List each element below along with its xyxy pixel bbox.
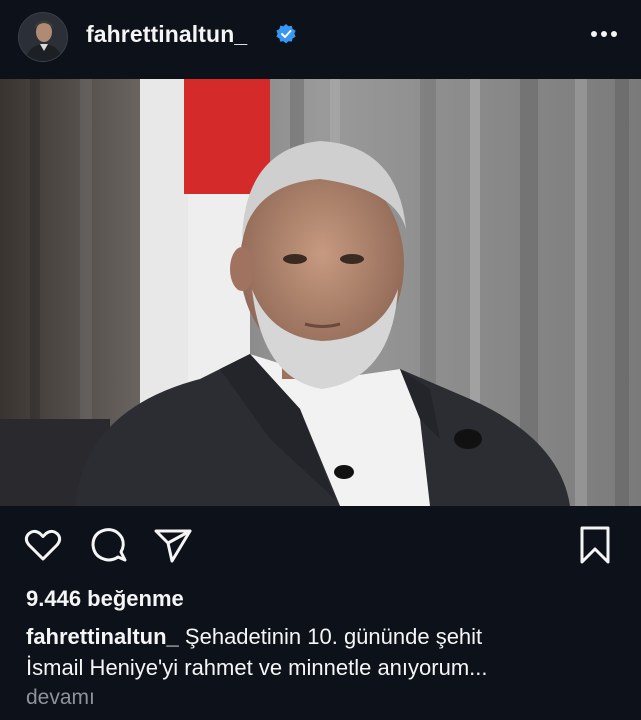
more-horizontal-icon[interactable] bbox=[588, 24, 620, 44]
caption-line-1: fahrettinaltun_ Şehadetinin 10. gününde … bbox=[26, 621, 626, 652]
caption-more-link[interactable]: devamı bbox=[26, 686, 95, 710]
bookmark-icon[interactable] bbox=[574, 524, 616, 566]
likes-count[interactable]: 9.446 beğenme bbox=[26, 586, 184, 612]
comment-icon[interactable] bbox=[88, 524, 130, 566]
caption-username-link[interactable]: fahrettinaltun_ bbox=[26, 624, 179, 649]
post-header: fahrettinaltun_ bbox=[0, 0, 641, 78]
avatar[interactable] bbox=[18, 12, 68, 62]
caption-text-1: Şehadetinin 10. gününde şehit bbox=[184, 624, 483, 649]
post-caption: fahrettinaltun_ Şehadetinin 10. gününde … bbox=[26, 621, 626, 683]
username-link[interactable]: fahrettinaltun_ bbox=[86, 21, 247, 48]
verified-badge-icon bbox=[276, 24, 296, 44]
post-photo[interactable] bbox=[0, 79, 641, 506]
caption-text-2: İsmail Heniye'yi rahmet ve minnetle anıy… bbox=[26, 655, 488, 680]
heart-icon[interactable] bbox=[22, 524, 64, 566]
send-icon[interactable] bbox=[152, 524, 194, 566]
post-actions bbox=[0, 524, 641, 568]
